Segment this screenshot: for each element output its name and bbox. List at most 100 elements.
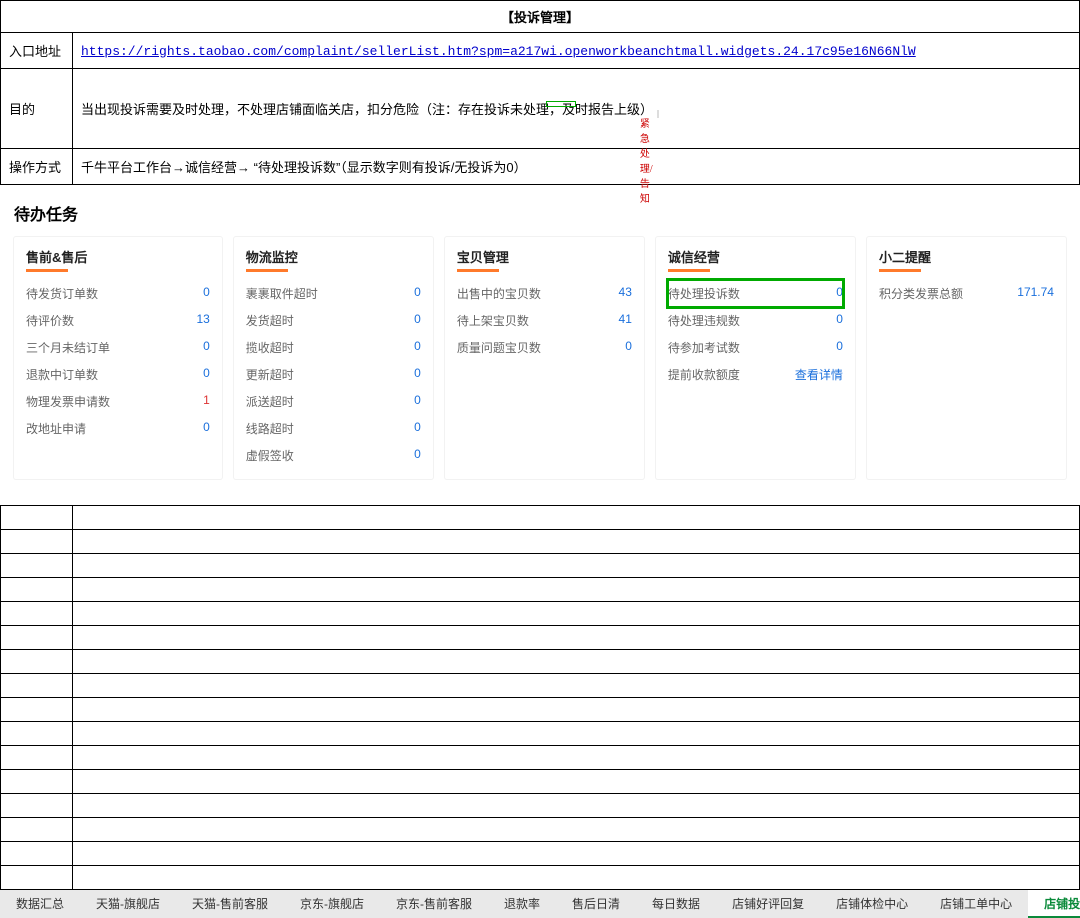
metric-value: 0 — [203, 420, 210, 437]
metric-label: 更新超时 — [246, 366, 294, 383]
metric-value: 0 — [414, 312, 421, 329]
dashboard: 待办任务 无风险 售前&售后待发货订单数0待评价数13三个月未结订单0退款中订单… — [0, 185, 1080, 505]
sheet-tab[interactable]: 店铺好评回复 — [716, 890, 820, 918]
metric-row: 三个月未结订单0 — [26, 334, 210, 361]
grid-cell[interactable] — [1, 818, 73, 842]
entry-url-link[interactable]: https://rights.taobao.com/complaint/sell… — [81, 44, 916, 59]
metric-value: 41 — [619, 312, 632, 329]
grid-cell[interactable] — [1, 722, 73, 746]
grid-cell[interactable] — [73, 698, 1080, 722]
grid-cell[interactable] — [73, 842, 1080, 866]
panel-title: 诚信经营 — [668, 247, 843, 270]
metric-value: 0 — [414, 393, 421, 410]
dashboard-title: 待办任务 — [14, 201, 1066, 225]
metric-label: 虚假签收 — [246, 447, 294, 464]
row-purpose-label: 目的 — [1, 69, 73, 149]
metric-row: 待发货订单数 0 — [26, 280, 210, 307]
sheet-tab[interactable]: 天猫-售前客服 — [176, 890, 284, 918]
metric-value: 0 — [203, 366, 210, 383]
grid-cell[interactable] — [1, 674, 73, 698]
metric-value: 13 — [196, 312, 209, 329]
sheet-tabs: 数据汇总天猫-旗舰店天猫-售前客服京东-旗舰店京东-售前客服退款率售后日清每日数… — [0, 890, 1080, 918]
metric-link[interactable]: 查看详情 — [795, 366, 843, 383]
row-howto-cell: 千牛平台工作台→诚信经营→ “待处理投诉数”（显示数字则有投诉/无投诉为0） — [73, 149, 1080, 185]
grid-cell[interactable] — [73, 722, 1080, 746]
metric-row: 改地址申请0 — [26, 415, 210, 442]
sheet-tab[interactable]: 京东-售前客服 — [380, 890, 488, 918]
metric-value: 0 — [414, 366, 421, 383]
panel: 小二提醒积分类发票总额 171.74 — [867, 237, 1066, 479]
grid-cell[interactable] — [73, 530, 1080, 554]
grid-cell[interactable] — [1, 530, 73, 554]
grid-cell[interactable] — [73, 578, 1080, 602]
sheet-tab[interactable]: 店铺工单中心 — [924, 890, 1028, 918]
sheet-tab[interactable]: 天猫-旗舰店 — [80, 890, 176, 918]
grid-cell[interactable] — [1, 770, 73, 794]
metric-row: 待评价数13 — [26, 307, 210, 334]
metric-row: 更新超时 0 — [246, 361, 421, 388]
metric-row: 待处理违规数0 — [668, 307, 843, 334]
grid-cell[interactable] — [1, 578, 73, 602]
grid-cell[interactable] — [73, 626, 1080, 650]
grid-cell[interactable] — [1, 842, 73, 866]
row-url-label: 入口地址 — [1, 33, 73, 69]
grid-cell[interactable] — [1, 866, 73, 890]
metric-value: 171.74 — [1017, 285, 1054, 302]
metric-row: 待参加考试数0 — [668, 334, 843, 361]
panel-title: 宝贝管理 — [457, 247, 632, 270]
sheet-tab[interactable]: 京东-旗舰店 — [284, 890, 380, 918]
metric-label: 退款中订单数 — [26, 366, 98, 383]
grid-cell[interactable] — [1, 602, 73, 626]
doc-table: 【投诉管理】 入口地址 https://rights.taobao.com/co… — [0, 0, 1080, 185]
grid-cell[interactable] — [73, 602, 1080, 626]
grid-cell[interactable] — [1, 626, 73, 650]
metric-row: 派送超时 0 — [246, 388, 421, 415]
metric-row: 发货超时0 — [246, 307, 421, 334]
panel: 售前&售后待发货订单数0待评价数13三个月未结订单0退款中订单数0物理发票申请数… — [14, 237, 222, 479]
metric-row: 线路超时0 — [246, 415, 421, 442]
metric-row: 出售中的宝贝数43 — [457, 280, 632, 307]
sheet-tab[interactable]: 数据汇总 — [0, 890, 80, 918]
metric-row: 虚假签收0 — [246, 442, 421, 469]
panel-title: 小二提醒 — [879, 247, 1054, 270]
metric-label: 积分类发票总额 — [879, 285, 963, 302]
metric-label: 待发货订单数 — [26, 285, 98, 302]
metric-value: 0 — [203, 339, 210, 356]
grid-cell[interactable] — [1, 554, 73, 578]
sheet-tab[interactable]: 店铺体检中心 — [820, 890, 924, 918]
metric-row: 积分类发票总额 171.74 — [879, 280, 1054, 307]
row-howto-label: 操作方式 — [1, 149, 73, 185]
grid-cell[interactable] — [73, 770, 1080, 794]
grid-cell[interactable] — [1, 506, 73, 530]
sheet-tab[interactable]: 店铺投 — [1028, 890, 1080, 918]
metric-label: 物理发票申请数 — [26, 393, 110, 410]
grid-cell[interactable] — [73, 818, 1080, 842]
metric-value: 0 — [203, 285, 210, 302]
grid-cell[interactable] — [1, 746, 73, 770]
grid-cell[interactable] — [1, 698, 73, 722]
doc-title: 【投诉管理】 — [1, 1, 1080, 33]
empty-grid — [0, 505, 1080, 890]
grid-cell[interactable] — [73, 506, 1080, 530]
grid-cell[interactable] — [73, 674, 1080, 698]
metric-value: 0 — [836, 339, 843, 356]
panel: 物流监控裹裹取件超时0发货超时0揽收超时0更新超时0派送超时0线路超时0虚假签收… — [234, 237, 433, 479]
metric-row: 待上架宝贝数41 — [457, 307, 632, 334]
grid-cell[interactable] — [1, 650, 73, 674]
metric-value: 0 — [836, 312, 843, 329]
panel: 诚信经营待处理投诉数0待处理违规数0待参加考试数0提前收款额度查看详情 — [656, 237, 855, 479]
metric-row[interactable]: 提前收款额度查看详情 — [668, 361, 843, 388]
sheet-tab[interactable]: 售后日清 — [556, 890, 636, 918]
grid-cell[interactable] — [73, 650, 1080, 674]
metric-value: 0 — [836, 285, 843, 302]
grid-cell[interactable] — [73, 866, 1080, 890]
sheet-tab[interactable]: 每日数据 — [636, 890, 716, 918]
sheet-tab[interactable]: 退款率 — [488, 890, 556, 918]
grid-cell[interactable] — [73, 554, 1080, 578]
metric-value: 0 — [625, 339, 632, 356]
row-purpose-cell: 当出现投诉需要及时处理，不处理店铺面临关店，扣分危险（注：存在投诉未处理，及时报… — [73, 69, 1080, 149]
metric-row: 裹裹取件超时0 — [246, 280, 421, 307]
metric-value: 1 — [203, 393, 210, 410]
metric-label: 派送超时 — [246, 393, 294, 410]
grid-cell[interactable] — [73, 746, 1080, 770]
